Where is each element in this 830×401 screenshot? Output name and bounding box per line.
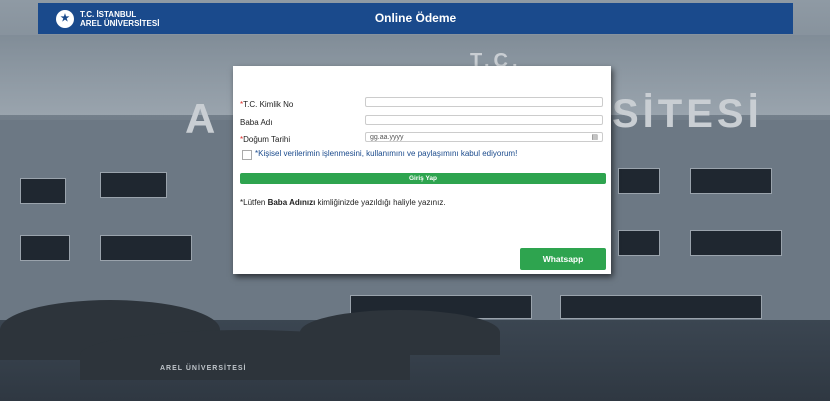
note-bold: Baba Adınızı — [267, 198, 316, 207]
header-bar: ★ T.C. İSTANBUL AREL ÜNİVERSİTESİ Online… — [38, 3, 793, 34]
background-sign: SİTESİ — [612, 92, 763, 136]
consent-label: *Kişisel verilerimin işlenmesini, kullan… — [255, 149, 518, 158]
background-window — [100, 172, 167, 198]
calendar-icon[interactable]: ▤ — [591, 133, 598, 142]
father-name-note: *Lütfen Baba Adınızı kimliğinizde yazıld… — [240, 198, 446, 207]
background-window — [20, 235, 70, 261]
consent-checkbox[interactable] — [242, 150, 252, 160]
father-name-label: Baba Adı — [240, 118, 272, 127]
payment-form-card: *T.C. Kimlik No Baba Adı *Doğum Tarihi g… — [233, 66, 611, 274]
background-window — [560, 295, 762, 319]
background-umbrella-text: AREL ÜNİVERSİTESİ — [160, 365, 247, 372]
father-name-label-text: Baba Adı — [240, 118, 273, 127]
father-name-input[interactable] — [365, 115, 603, 125]
dob-label: *Doğum Tarihi — [240, 135, 290, 144]
background-window — [618, 230, 660, 256]
background-sign-left: A — [185, 95, 220, 142]
note-prefix: *Lütfen — [240, 198, 268, 207]
dob-input[interactable]: gg.aa.yyyy ▤ — [365, 132, 603, 142]
background-window — [20, 178, 66, 204]
background-window — [100, 235, 192, 261]
dob-label-text: Doğum Tarihi — [243, 135, 291, 144]
whatsapp-button[interactable]: Whatsapp — [520, 248, 606, 270]
background-window — [618, 168, 660, 194]
background-umbrella — [300, 310, 500, 355]
background-window — [690, 168, 772, 194]
tc-kimlik-input[interactable] — [365, 97, 603, 107]
note-suffix: kimliğinizde yazıldığı haliyle yazınız. — [315, 198, 446, 207]
tc-label-text: T.C. Kimlik No — [243, 100, 294, 109]
login-button[interactable]: Giriş Yap — [240, 173, 606, 184]
dob-placeholder: gg.aa.yyyy — [370, 134, 404, 141]
background-window — [690, 230, 782, 256]
tc-label: *T.C. Kimlik No — [240, 100, 293, 109]
page-title: Online Ödeme — [374, 11, 457, 25]
